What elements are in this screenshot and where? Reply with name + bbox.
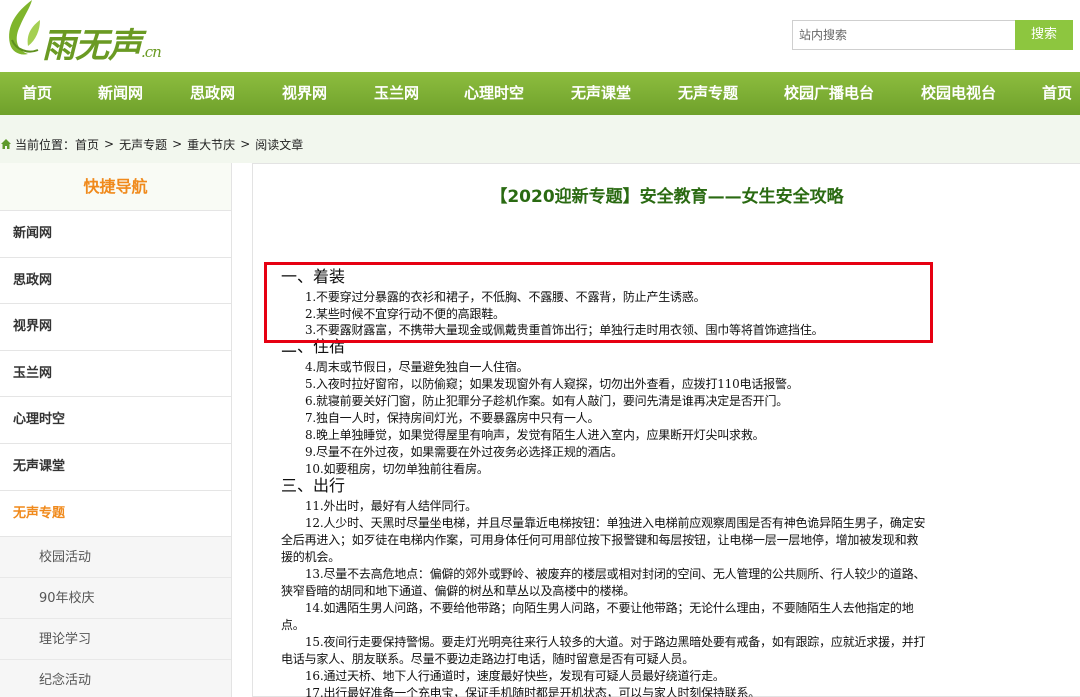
breadcrumb-current: 阅读文章 (255, 137, 304, 152)
sidebar-subitem-anniversary[interactable]: 90年校庆 (0, 578, 231, 620)
nav-item-topics[interactable]: 无声专题 (678, 72, 738, 115)
article-line: 7.独自一人时，保持房间灯光，不要暴露房中只有一人。 (305, 411, 600, 425)
search-input[interactable] (793, 21, 1015, 49)
sidebar-subitem-theory[interactable]: 理论学习 (0, 619, 231, 661)
sidebar-item-shijie[interactable]: 视界网 (0, 304, 231, 351)
nav-item-yulan[interactable]: 玉兰网 (374, 72, 419, 115)
article-line: 5.入夜时拉好窗帘，以防偷窥；如果发现窗外有人窥探，切勿出外查看，应拨打110电… (305, 377, 799, 391)
article-line: 8.晚上单独睡觉，如果觉得屋里有响声，发觉有陌生人进入室内，应果断开灯尖叫求救。 (305, 428, 765, 442)
sidebar-item-sizheng[interactable]: 思政网 (0, 258, 231, 305)
article-line: 援的机会。 (281, 550, 341, 564)
article-line: 3.不要露财露富，不携带大量现金或佩戴贵重首饰出行；单独行走时用衣领、围巾等将首… (305, 323, 824, 337)
sidebar-subitem-campus[interactable]: 校园活动 (0, 537, 231, 579)
breadcrumb: 当前位置： 首页 > 无声专题 > 重大节庆 > 阅读文章 (0, 136, 303, 152)
article-line: 13.尽量不去高危地点：偏僻的郊外或野岭、被废弃的楼层或相对封闭的空间、无人管理… (305, 567, 926, 581)
nav-item-classroom[interactable]: 无声课堂 (571, 72, 631, 115)
article-line: 16.通过天桥、地下人行通道时，速度最好快些，发现有可疑人员最好绕道行走。 (305, 669, 725, 683)
article-title: 【2020迎新专题】安全教育——女生安全攻略 (490, 187, 844, 207)
search-button[interactable]: 搜索 (1015, 20, 1073, 50)
search-box (792, 20, 1016, 50)
site-header: 雨无声.cn 搜索 (0, 0, 1080, 72)
article-line: 9.尽量不在外过夜，如果需要在外过夜务必选择正规的酒店。 (305, 445, 623, 459)
article-line: 全后再进入；如歹徒在电梯内作案，可用身体任何可用部位按下报警键和每层按钮，让电梯… (281, 533, 919, 547)
nav-item-home[interactable]: 首页 (22, 72, 52, 115)
main-nav: 首页 新闻网 思政网 视界网 玉兰网 心理时空 无声课堂 无声专题 校园广播电台… (0, 72, 1080, 115)
article-line: 12.人少时、天黑时尽量坐电梯，并且尽量靠近电梯按钮：单独进入电梯前应观察周围是… (305, 516, 926, 530)
article-line: 6.就寝前要关好门窗，防止犯罪分子趁机作案。如有人敲门，要问先清是谁再决定是否开… (305, 394, 789, 408)
article-line: 14.如遇陌生男人问路，不要给他带路；向陌生男人问路，不要让他带路；无论什么理由… (305, 601, 914, 615)
breadcrumb-topics[interactable]: 无声专题 (119, 136, 167, 153)
nav-item-radio[interactable]: 校园广播电台 (784, 72, 874, 115)
nav-item-shijie[interactable]: 视界网 (282, 72, 327, 115)
nav-item-sizheng[interactable]: 思政网 (190, 72, 235, 115)
article-line: 10.如要租房，切勿单独前往看房。 (305, 462, 489, 476)
section-heading: 一、着装 (281, 267, 346, 286)
breadcrumb-separator: > (240, 137, 251, 151)
article-line: 11.外出时，最好有人结伴同行。 (305, 499, 477, 513)
logo-text: 雨无声.cn (42, 18, 162, 67)
nav-item-psychology[interactable]: 心理时空 (464, 72, 524, 115)
sidebar-item-news[interactable]: 新闻网 (0, 211, 231, 258)
breadcrumb-prefix: 当前位置： (15, 137, 76, 152)
nav-item-home-2[interactable]: 首页 (1042, 72, 1072, 115)
sidebar-item-psychology[interactable]: 心理时空 (0, 397, 231, 444)
article-line: 17.出行最好准备一个充电宝，保证手机随时都是开机状态，可以与家人时刻保持联系。 (305, 686, 761, 697)
breadcrumb-separator: > (172, 137, 183, 151)
sidebar-item-classroom[interactable]: 无声课堂 (0, 444, 231, 491)
sidebar-subitem-memorial[interactable]: 纪念活动 (0, 660, 231, 697)
article-line: 电话与家人、朋友联系。尽量不要边走路边打电话，随时留意是否有可疑人员。 (281, 652, 695, 666)
sidebar-item-yulan[interactable]: 玉兰网 (0, 351, 231, 398)
breadcrumb-festivals[interactable]: 重大节庆 (187, 136, 235, 153)
article-line: 1.不要穿过分暴露的衣衫和裙子，不低胸、不露腰、不露背，防止产生诱惑。 (305, 290, 706, 304)
article-line: 15.夜间行走要保持警惕。要走灯光明亮往来行人较多的大道。对于路边黑暗处要有戒备… (305, 635, 926, 649)
site-logo[interactable]: 雨无声.cn (2, 0, 172, 66)
nav-item-tv[interactable]: 校园电视台 (921, 72, 996, 115)
sidebar-title: 快捷导航 (0, 163, 231, 211)
article-line: 狭窄昏暗的胡同和地下通道、偏僻的树丛和草丛以及高楼中的楼梯。 (281, 584, 636, 598)
logo-suffix: .cn (141, 43, 162, 61)
article-line: 2.某些时候不宜穿行动不便的高跟鞋。 (305, 307, 505, 321)
breadcrumb-home[interactable]: 首页 (75, 136, 99, 153)
section-heading: 三、出行 (281, 476, 346, 495)
logo-main-text: 雨无声 (42, 26, 142, 66)
section-heading: 二、住宿 (281, 337, 346, 356)
sidebar-item-topics[interactable]: 无声专题 (0, 491, 231, 538)
home-icon (1, 139, 11, 149)
nav-item-news[interactable]: 新闻网 (98, 72, 143, 115)
article-panel: 【2020迎新专题】安全教育——女生安全攻略 一、着装 1.不要穿过分暴露的衣衫… (252, 163, 1080, 697)
article-line: 点。 (281, 618, 305, 632)
article-line: 4.周末或节假日，尽量避免独自一人住宿。 (305, 360, 529, 374)
breadcrumb-separator: > (104, 137, 115, 151)
sidebar: 快捷导航 新闻网 思政网 视界网 玉兰网 心理时空 无声课堂 无声专题 校园活动… (0, 163, 232, 697)
